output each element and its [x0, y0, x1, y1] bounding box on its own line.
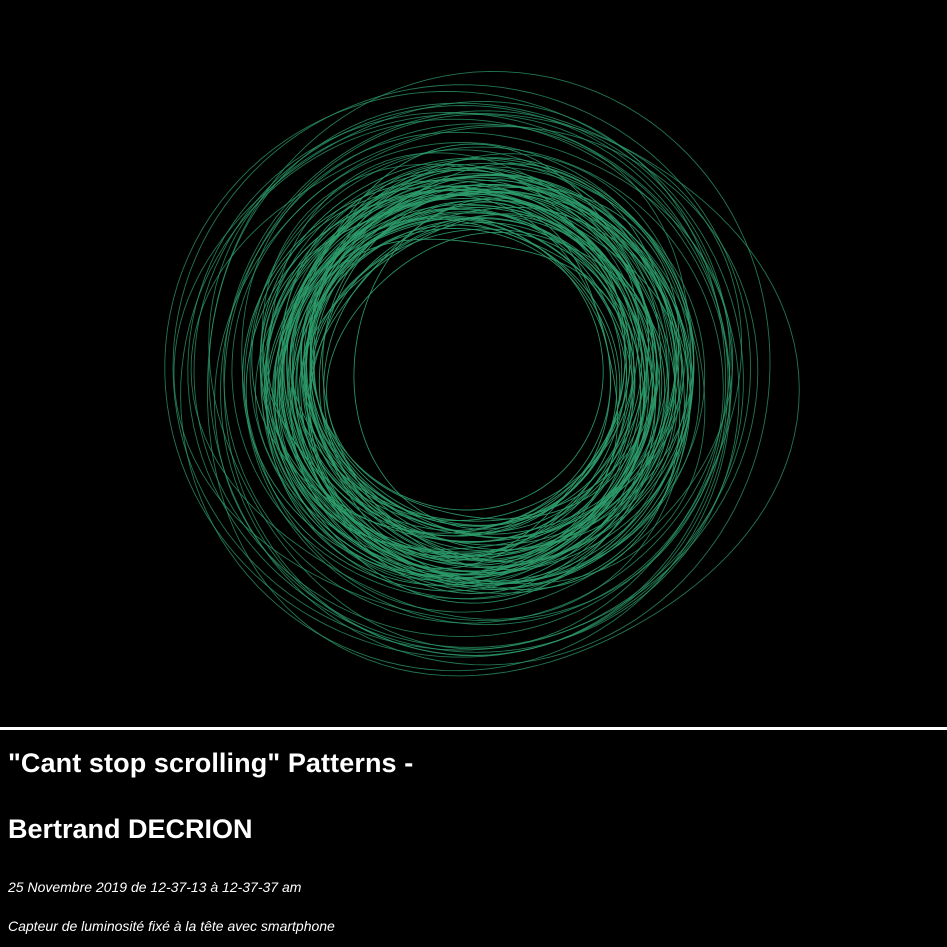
artist-name: Bertrand DECRION: [8, 814, 253, 844]
page: "Cant stop scrolling" Patterns - Bertran…: [0, 0, 947, 947]
recording-date: 25 Novembre 2019 de 12-37-13 à 12-37-37 …: [8, 879, 302, 895]
artwork-description: Capteur de luminosité fixé à la tête ave…: [8, 918, 335, 934]
divider-line: [0, 727, 947, 730]
artwork-title: "Cant stop scrolling" Patterns -: [8, 748, 414, 778]
orbit-pattern-graphic: [164, 70, 800, 677]
generative-artwork: [0, 0, 947, 728]
